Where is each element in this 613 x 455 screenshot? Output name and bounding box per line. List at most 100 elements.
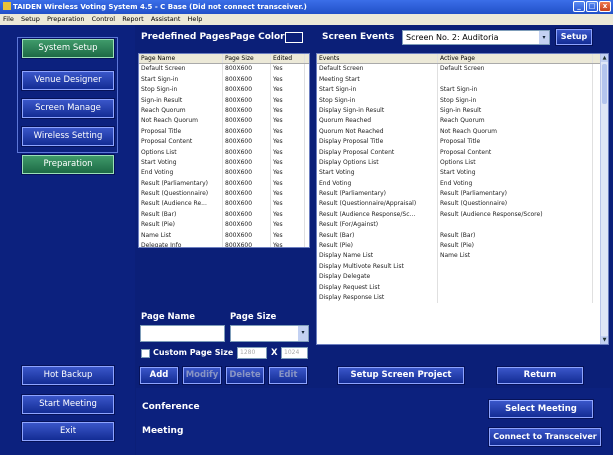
table-row[interactable]: Result (Bar) 800X600 Yes (139, 209, 309, 221)
minimize-button[interactable]: _ (573, 1, 585, 12)
table-row[interactable]: Display Proposal Title Proposal Title (317, 137, 608, 148)
table-row[interactable]: Start Sign-in 800X600 Yes (139, 74, 309, 86)
table-row[interactable]: Result (Pie) Result (Pie) (317, 241, 608, 252)
cell-active-page: Result (Questionnaire) (438, 199, 593, 210)
table-row[interactable]: Result (Parliamentary) Result (Parliament… (317, 189, 608, 200)
menu-report[interactable]: Report (122, 15, 144, 23)
table-row[interactable]: End Voting 800X600 Yes (139, 168, 309, 179)
cell-edited: Yes (271, 95, 305, 106)
table-row[interactable]: Default Screen 800X600 Yes (139, 64, 309, 75)
col-active-page[interactable]: Active Page (438, 54, 593, 64)
table-row[interactable]: Options List 800X600 Yes (139, 147, 309, 158)
table-row[interactable]: Start Voting Start Voting (317, 168, 608, 179)
wireless-setting-button[interactable]: Wireless Setting (22, 127, 114, 146)
return-button[interactable]: Return (497, 367, 583, 384)
table-row[interactable]: Display Delegate (317, 272, 608, 283)
custom-page-size-checkbox[interactable] (141, 349, 150, 358)
events-scrollbar[interactable]: ▲ ▼ (600, 54, 608, 344)
page-name-label: Page Name (141, 312, 196, 322)
modify-button[interactable]: Modify (183, 367, 221, 384)
meeting-label: Meeting (142, 426, 184, 436)
table-row[interactable]: Default Screen Default Screen (317, 64, 608, 75)
page-size-select[interactable]: ▾ (230, 325, 309, 342)
table-row[interactable]: Name List 800X600 Yes (139, 230, 309, 242)
table-row[interactable]: Result (Pie) 800X600 Yes (139, 220, 309, 231)
page-name-input[interactable] (140, 325, 225, 342)
screen-select[interactable]: Screen No. 2: Auditoria ▾ (402, 30, 550, 45)
table-row[interactable]: Result (Bar) Result (Bar) (317, 230, 608, 242)
col-page-name[interactable]: Page Name (139, 54, 223, 64)
chevron-down-icon[interactable]: ▾ (298, 326, 308, 341)
venue-designer-button[interactable]: Venue Designer (22, 71, 114, 90)
table-row[interactable]: Delegate Info 800X600 Yes (139, 241, 309, 247)
screen-manage-button[interactable]: Screen Manage (22, 99, 114, 118)
table-row[interactable]: Reach Quorum 800X600 Yes (139, 105, 309, 117)
page-color-swatch[interactable] (285, 32, 303, 43)
maximize-button[interactable]: □ (586, 1, 598, 12)
table-row[interactable]: Meeting Start (317, 74, 608, 86)
start-meeting-button[interactable]: Start Meeting (22, 395, 114, 414)
screen-events-table[interactable]: Events Active Page Default Screen Default… (316, 53, 609, 345)
hot-backup-button[interactable]: Hot Backup (22, 366, 114, 385)
table-row[interactable]: Display Proposal Content Proposal Content (317, 147, 608, 158)
table-row[interactable]: Quorum Reached Reach Quorum (317, 116, 608, 127)
cell-page-name: Options List (139, 147, 223, 158)
cell-active-page: Result (Parliamentary) (438, 189, 593, 200)
table-row[interactable]: Display Request List (317, 282, 608, 293)
table-row[interactable]: Result (Questionnaire/Appraisal) Result (… (317, 199, 608, 210)
table-row[interactable]: Display Name List Name List (317, 251, 608, 262)
scroll-thumb[interactable] (602, 64, 607, 104)
menu-help[interactable]: Help (188, 15, 203, 23)
custom-height-input[interactable]: 1024 (281, 347, 308, 359)
table-row[interactable]: Stop Sign-in Stop Sign-in (317, 95, 608, 106)
preparation-button[interactable]: Preparation (22, 155, 114, 174)
table-row[interactable]: Quorum Not Reached Not Reach Quorum (317, 126, 608, 138)
cell-page-name: Result (Bar) (139, 209, 223, 221)
table-row[interactable]: Display Options List Options List (317, 157, 608, 169)
menu-preparation[interactable]: Preparation (47, 15, 85, 23)
scroll-up-icon[interactable]: ▲ (601, 54, 608, 62)
menu-file[interactable]: File (3, 15, 14, 23)
table-row[interactable]: Result (For/Against) (317, 220, 608, 231)
table-row[interactable]: Display Sign-in Result Sign-in Result (317, 105, 608, 117)
custom-width-input[interactable]: 1280 (237, 347, 267, 359)
close-button[interactable]: x (599, 1, 611, 12)
exit-button[interactable]: Exit (22, 422, 114, 441)
setup-screen-project-button[interactable]: Setup Screen Project (338, 367, 464, 384)
col-page-size[interactable]: Page Size (223, 54, 271, 64)
table-row[interactable]: Proposal Title 800X600 Yes (139, 126, 309, 138)
connect-transceiver-button[interactable]: Connect to Transceiver (489, 428, 601, 446)
window-title: TAIDEN Wireless Voting System 4.5 - C Ba… (13, 3, 307, 11)
predefined-pages-table[interactable]: Page Name Page Size Edited Default Scree… (138, 53, 310, 248)
table-row[interactable]: Result (Audience Re... 800X600 Yes (139, 199, 309, 210)
table-row[interactable]: Display Multivote Result List (317, 261, 608, 273)
system-setup-button[interactable]: System Setup (22, 39, 114, 58)
menu-control[interactable]: Control (92, 15, 116, 23)
edit-button[interactable]: Edit (269, 367, 307, 384)
table-row[interactable]: Result (Parliamentary) 800X600 Yes (139, 178, 309, 190)
table-row[interactable]: End Voting End Voting (317, 178, 608, 190)
table-row[interactable]: Proposal Content 800X600 Yes (139, 137, 309, 148)
delete-button[interactable]: Delete (226, 367, 264, 384)
menu-setup[interactable]: Setup (21, 15, 40, 23)
table-row[interactable]: Display Response List (317, 292, 608, 304)
setup-button[interactable]: Setup (556, 29, 592, 45)
add-button[interactable]: Add (140, 367, 178, 384)
chevron-down-icon[interactable]: ▾ (539, 31, 549, 44)
cell-page-name: Proposal Content (139, 137, 223, 148)
table-row[interactable]: Not Reach Quorum 800X600 Yes (139, 116, 309, 127)
table-row[interactable]: Start Voting 800X600 Yes (139, 157, 309, 169)
scroll-down-icon[interactable]: ▼ (601, 336, 608, 344)
col-events[interactable]: Events (317, 54, 438, 64)
menu-assistant[interactable]: Assistant (151, 15, 181, 23)
table-row[interactable]: Stop Sign-in 800X600 Yes (139, 85, 309, 96)
cell-page-name: Not Reach Quorum (139, 116, 223, 127)
cell-active-page: Name List (438, 251, 593, 262)
table-row[interactable]: Sign-in Result 800X600 Yes (139, 95, 309, 106)
select-meeting-button[interactable]: Select Meeting (489, 400, 593, 418)
table-row[interactable]: Result (Audience Response/Sc... Result (A… (317, 209, 608, 221)
table-row[interactable]: Start Sign-in Start Sign-in (317, 85, 608, 96)
col-edited[interactable]: Edited (271, 54, 305, 64)
cell-page-name: End Voting (139, 168, 223, 179)
table-row[interactable]: Result (Questionnaire) 800X600 Yes (139, 189, 309, 200)
